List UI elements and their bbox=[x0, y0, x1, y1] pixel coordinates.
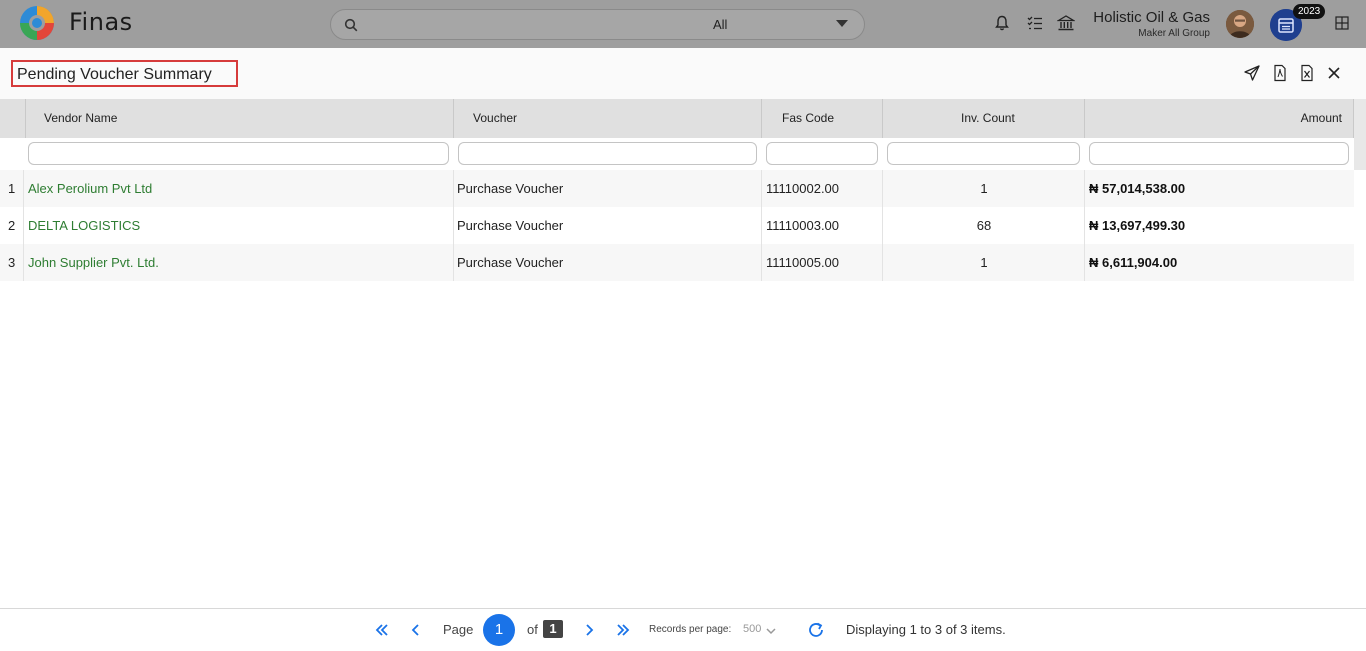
apps-grid-icon[interactable] bbox=[1335, 16, 1349, 30]
company-name: Holistic Oil & Gas bbox=[1093, 9, 1210, 26]
divider bbox=[453, 244, 454, 281]
search-scope-select[interactable]: All bbox=[713, 17, 727, 32]
voucher-filter[interactable] bbox=[458, 142, 757, 165]
pdf-icon[interactable] bbox=[1271, 64, 1289, 82]
global-search[interactable]: All bbox=[330, 9, 865, 40]
records-per-page-select[interactable]: 500 bbox=[743, 623, 761, 635]
search-icon bbox=[344, 18, 358, 32]
of-label: of bbox=[527, 622, 538, 637]
bell-icon[interactable] bbox=[993, 14, 1011, 32]
chevron-down-icon[interactable] bbox=[764, 624, 778, 638]
divider bbox=[882, 244, 883, 281]
fiscal-year-badge[interactable]: 2023 bbox=[1293, 4, 1326, 19]
inv-count-cell: 68 bbox=[976, 218, 992, 233]
column-header-amount[interactable]: Amount bbox=[1085, 99, 1354, 138]
checklist-icon[interactable] bbox=[1026, 14, 1044, 32]
app-name: Finas bbox=[69, 8, 133, 36]
vendor-name-link[interactable]: Alex Perolium Pvt Ltd bbox=[28, 181, 152, 196]
divider bbox=[23, 170, 24, 207]
column-header-label: Fas Code bbox=[782, 111, 835, 125]
column-header-label: Amount bbox=[1300, 111, 1342, 125]
row-number: 3 bbox=[8, 255, 16, 270]
amount-cell: ₦ 57,014,538.00 bbox=[1089, 181, 1186, 196]
finas-logo-icon[interactable] bbox=[18, 4, 56, 42]
divider bbox=[453, 170, 454, 207]
vendor-name-link[interactable]: DELTA LOGISTICS bbox=[28, 218, 140, 233]
next-page-icon[interactable] bbox=[580, 621, 598, 639]
pagination-info: Displaying 1 to 3 of 3 items. bbox=[846, 622, 1006, 637]
divider bbox=[761, 244, 762, 281]
user-role: Maker All Group bbox=[1138, 28, 1210, 39]
voucher-cell: Purchase Voucher bbox=[457, 181, 564, 196]
divider bbox=[882, 170, 883, 207]
refresh-icon[interactable] bbox=[807, 621, 825, 639]
table-row[interactable]: 1 Alex Perolium Pvt Ltd Purchase Voucher… bbox=[0, 170, 1354, 207]
company-info[interactable]: Holistic Oil & Gas Maker All Group bbox=[1093, 9, 1210, 39]
bank-icon[interactable] bbox=[1057, 14, 1075, 32]
inv-count-cell: 1 bbox=[980, 181, 988, 196]
divider bbox=[882, 207, 883, 244]
inv-count-cell: 1 bbox=[980, 255, 988, 270]
inv-count-filter[interactable] bbox=[887, 142, 1080, 165]
column-header-inv-count[interactable]: Inv. Count bbox=[883, 99, 1085, 138]
column-header-label: Voucher bbox=[473, 111, 518, 125]
excel-icon[interactable] bbox=[1298, 64, 1316, 82]
voucher-cell: Purchase Voucher bbox=[457, 218, 564, 233]
divider bbox=[23, 207, 24, 244]
column-header-voucher[interactable]: Voucher bbox=[454, 99, 762, 138]
column-header-vendor-name[interactable]: Vendor Name bbox=[26, 99, 454, 138]
vertical-scrollbar[interactable] bbox=[1354, 99, 1366, 170]
fas-code-cell: 11110005.00 bbox=[766, 255, 840, 270]
top-bar: Finas All Holistic Oil & Gas Maker All G… bbox=[0, 0, 1366, 48]
column-header-label: Vendor Name bbox=[44, 111, 118, 125]
close-icon[interactable] bbox=[1325, 64, 1343, 82]
records-per-page-label: Records per page: bbox=[649, 624, 732, 635]
column-header-label: Inv. Count bbox=[961, 111, 1015, 125]
divider bbox=[453, 207, 454, 244]
vendor-name-filter[interactable] bbox=[28, 142, 449, 165]
voucher-cell: Purchase Voucher bbox=[457, 255, 564, 270]
table-row[interactable]: 3 John Supplier Pvt. Ltd. Purchase Vouch… bbox=[0, 244, 1354, 281]
total-pages: 1 bbox=[543, 620, 563, 638]
vendor-name-link[interactable]: John Supplier Pvt. Ltd. bbox=[28, 255, 159, 270]
page-header: Pending Voucher Summary bbox=[0, 48, 1366, 99]
search-input[interactable] bbox=[365, 15, 695, 35]
amount-cell: ₦ 6,611,904.00 bbox=[1089, 255, 1178, 270]
divider bbox=[1084, 244, 1085, 281]
amount-cell: ₦ 13,697,499.30 bbox=[1089, 218, 1186, 233]
amount-filter[interactable] bbox=[1089, 142, 1349, 165]
fas-code-cell: 11110003.00 bbox=[766, 218, 840, 233]
page-label: Page bbox=[443, 622, 474, 637]
fas-code-filter[interactable] bbox=[766, 142, 878, 165]
table-row[interactable]: 2 DELTA LOGISTICS Purchase Voucher 11110… bbox=[0, 207, 1354, 244]
divider bbox=[23, 244, 24, 281]
avatar[interactable] bbox=[1226, 10, 1254, 38]
row-number-header bbox=[0, 99, 26, 138]
previous-page-icon[interactable] bbox=[407, 621, 425, 639]
filter-row bbox=[0, 138, 1354, 170]
first-page-icon[interactable] bbox=[373, 621, 391, 639]
current-page-button[interactable]: 1 bbox=[483, 614, 515, 646]
row-number: 1 bbox=[8, 181, 16, 196]
divider bbox=[761, 207, 762, 244]
fas-code-cell: 11110002.00 bbox=[766, 181, 840, 196]
divider bbox=[1084, 170, 1085, 207]
pagination-bar: Page 1 of 1 Records per page: 500 Displa… bbox=[0, 608, 1366, 651]
chevron-down-icon[interactable] bbox=[836, 20, 848, 27]
row-number: 2 bbox=[8, 218, 16, 233]
divider bbox=[1084, 207, 1085, 244]
last-page-icon[interactable] bbox=[614, 621, 632, 639]
page-title: Pending Voucher Summary bbox=[11, 60, 238, 87]
send-icon[interactable] bbox=[1243, 64, 1261, 82]
column-header-fas-code[interactable]: Fas Code bbox=[762, 99, 883, 138]
divider bbox=[761, 170, 762, 207]
